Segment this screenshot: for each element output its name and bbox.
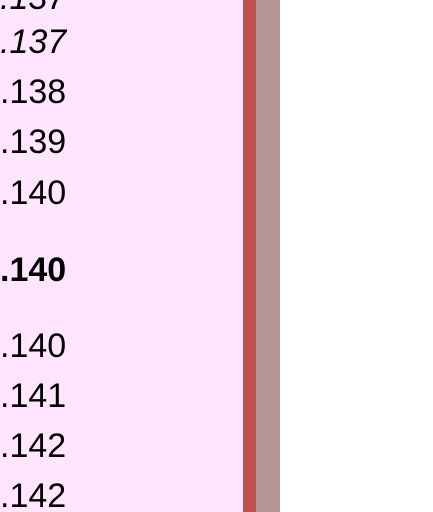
value-cell-3: .138 (0, 73, 67, 111)
value-cell-9: .142 (0, 427, 67, 465)
spreadsheet-view: .137 .137 .138 .139 .140 .140 .140 .141 … (0, 0, 433, 512)
value-cell-2: .137 (0, 23, 67, 61)
value-cell-4: .139 (0, 123, 67, 161)
highlighted-cell-column[interactable]: .137 .137 .138 .139 .140 .140 .140 .141 … (0, 0, 243, 512)
column-border-gray (256, 0, 280, 512)
value-cell-8: .141 (0, 377, 67, 415)
value-cell-6: .140 (0, 251, 67, 289)
value-cell-7: .140 (0, 327, 67, 365)
column-border-red (243, 0, 256, 512)
value-cell-5: .140 (0, 174, 67, 212)
value-cell-1: .137 (0, 0, 66, 18)
value-cell-10: .142 (0, 477, 67, 512)
